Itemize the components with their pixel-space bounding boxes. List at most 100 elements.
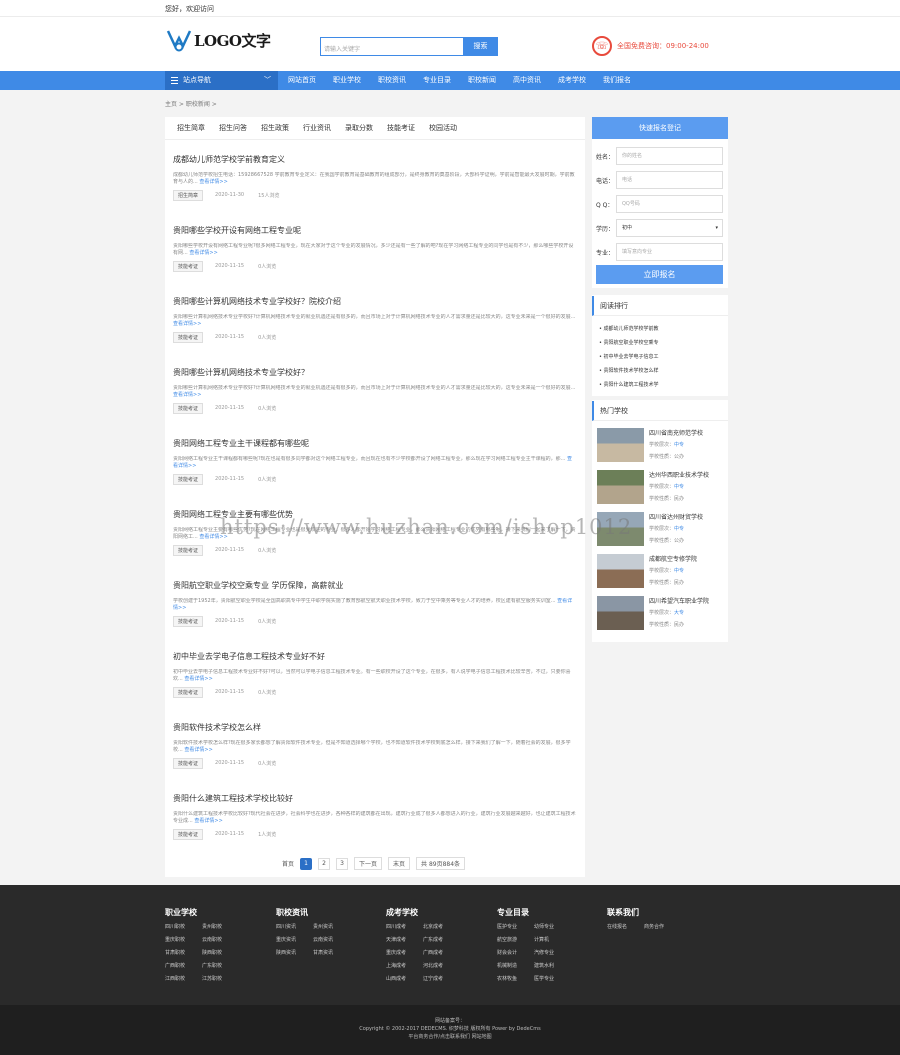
category-tag[interactable]: 技能考证 — [173, 260, 204, 272]
article-title[interactable]: 贵阳网络工程专业主干课程都有哪些呢 — [173, 438, 577, 450]
read-more-link[interactable]: 查看详情>> — [189, 250, 217, 256]
school-photo[interactable] — [597, 554, 644, 588]
category-tag[interactable]: 招生简章 — [173, 189, 204, 201]
read-more-link[interactable]: 查看详情>> — [173, 392, 201, 398]
footer-link[interactable]: 贵州资讯 — [313, 924, 350, 931]
next-page-button[interactable]: 下一页 — [354, 857, 383, 870]
footer-link[interactable]: 建筑水利 — [534, 963, 571, 970]
footer-link[interactable]: 贵州职校 — [202, 924, 239, 931]
footer-link[interactable]: 甘肃资讯 — [313, 950, 350, 957]
tab[interactable]: 招生问答 — [219, 117, 247, 139]
breadcrumb[interactable]: 主页 > 职校新闻 > — [165, 99, 217, 108]
footer-link[interactable]: 机械制造 — [497, 963, 534, 970]
footer-link[interactable]: 云南职校 — [202, 937, 239, 944]
school-item[interactable]: 成都航空专修学院 学校层次：中专 学校性质：民办 — [597, 554, 727, 590]
footer-link[interactable]: 商务合作 — [644, 924, 681, 931]
footer-link[interactable]: 广西成考 — [423, 950, 460, 957]
footer-link[interactable]: 广东职校 — [202, 963, 239, 970]
footer-link[interactable]: 财会会计 — [497, 950, 534, 957]
school-photo[interactable] — [597, 596, 644, 630]
nav-item[interactable]: 网站首页 — [288, 71, 316, 90]
read-more-link[interactable]: 查看详情>> — [173, 321, 201, 327]
school-name[interactable]: 成都航空专修学院 — [649, 554, 697, 563]
footer-link[interactable]: 四川职校 — [165, 924, 202, 931]
category-tag[interactable]: 技能考证 — [173, 615, 204, 627]
footer-link[interactable]: 四川成考 — [386, 924, 423, 931]
footer-link[interactable]: 江西职校 — [165, 976, 202, 983]
qq-field[interactable]: QQ号码 — [616, 195, 723, 213]
footer-link[interactable]: 医护专业 — [497, 924, 534, 931]
category-tag[interactable]: 技能考证 — [173, 473, 204, 485]
article-title[interactable]: 贵阳哪些计算机网络技术专业学校好？ — [173, 367, 577, 379]
read-more-link[interactable]: 查看详情>> — [194, 818, 222, 824]
nav-item[interactable]: 专业目录 — [423, 71, 451, 90]
first-page-button[interactable]: 首页 — [282, 859, 294, 868]
footer-link[interactable]: 山西成考 — [386, 976, 423, 983]
footer-link[interactable]: 重庆资讯 — [276, 937, 313, 944]
article-title[interactable]: 成都幼儿师范学校学前教育定义 — [173, 154, 577, 166]
school-name[interactable]: 四川省达州财贸学校 — [649, 512, 703, 521]
footer-link[interactable]: 医学专业 — [534, 976, 571, 983]
read-more-link[interactable]: 查看详情>> — [184, 747, 212, 753]
rank-item[interactable]: • 初中毕业去学电子信息工 — [599, 350, 728, 364]
rank-item[interactable]: • 贵阳航空职业学校空乘专 — [599, 336, 728, 350]
school-photo[interactable] — [597, 470, 644, 504]
nav-item[interactable]: 职校新闻 — [468, 71, 496, 90]
rank-item[interactable]: • 贵阳软件技术学校怎么样 — [599, 364, 728, 378]
school-item[interactable]: 四川省南充师范学校 学校层次：中专 学校性质：公办 — [597, 428, 727, 464]
footer-link[interactable]: 农林牧鱼 — [497, 976, 534, 983]
category-tag[interactable]: 技能考证 — [173, 757, 204, 769]
school-name[interactable]: 四川省南充师范学校 — [649, 428, 703, 437]
tab[interactable]: 技能考证 — [387, 117, 415, 139]
name-field[interactable]: 你的姓名 — [616, 147, 723, 165]
rank-item[interactable]: • 贵阳什么建筑工程技术学 — [599, 378, 728, 392]
footer-link[interactable]: 云南资讯 — [313, 937, 350, 944]
nav-item[interactable]: 职业学校 — [333, 71, 361, 90]
rank-item[interactable]: • 成都幼儿师范学校学前教 — [599, 322, 728, 336]
school-name[interactable]: 四川希望汽车职业学院 — [649, 596, 709, 605]
footer-link[interactable]: 上海成考 — [386, 963, 423, 970]
footer-link[interactable]: 在线报名 — [607, 924, 644, 931]
category-tag[interactable]: 技能考证 — [173, 331, 204, 343]
footer-link[interactable]: 陕西职校 — [202, 950, 239, 957]
last-page-button[interactable]: 末页 — [388, 857, 411, 870]
nav-item[interactable]: 职校资讯 — [378, 71, 406, 90]
footer-link[interactable]: 汽修专业 — [534, 950, 571, 957]
submit-button[interactable]: 立即报名 — [596, 265, 723, 284]
footer-link[interactable]: 北京成考 — [423, 924, 460, 931]
school-name[interactable]: 达州华西职业技术学校 — [649, 470, 709, 479]
footer-link[interactable]: 河北成考 — [423, 963, 460, 970]
search-input[interactable]: 请输入关键字 — [320, 37, 463, 56]
footer-link[interactable]: 甘肃职校 — [165, 950, 202, 957]
major-field[interactable]: 填写意向专业 — [616, 243, 723, 261]
category-tag[interactable]: 技能考证 — [173, 544, 204, 556]
education-select[interactable]: 初中 ▾ — [616, 219, 723, 237]
site-nav-dropdown[interactable]: 站点导航 ﹀ — [165, 71, 278, 90]
tab[interactable]: 招生政策 — [261, 117, 289, 139]
footer-link[interactable]: 江苏职校 — [202, 976, 239, 983]
nav-item[interactable]: 高中资讯 — [513, 71, 541, 90]
tab[interactable]: 行业资讯 — [303, 117, 331, 139]
footer-link[interactable]: 重庆成考 — [386, 950, 423, 957]
nav-item[interactable]: 我们报名 — [603, 71, 631, 90]
school-photo[interactable] — [597, 428, 644, 462]
footer-links[interactable]: 平台商务合作/点击联系我们 网站地图 — [0, 1033, 900, 1041]
logo[interactable]: LOGO文字 — [166, 28, 271, 52]
article-title[interactable]: 贵阳航空职业学校空乘专业 学历保障，高薪就业 — [173, 580, 577, 592]
article-title[interactable]: 初中毕业去学电子信息工程技术专业好不好 — [173, 651, 577, 663]
footer-link[interactable]: 重庆职校 — [165, 937, 202, 944]
footer-link[interactable]: 广西职校 — [165, 963, 202, 970]
footer-link[interactable]: 幼师专业 — [534, 924, 571, 931]
page-button[interactable]: 2 — [318, 857, 331, 870]
tab[interactable]: 校园活动 — [429, 117, 457, 139]
page-button[interactable]: 3 — [336, 857, 349, 870]
read-more-link[interactable]: 查看详情>> — [199, 179, 227, 185]
nav-item[interactable]: 成考学校 — [558, 71, 586, 90]
footer-link[interactable]: 陕西资讯 — [276, 950, 313, 957]
footer-link[interactable]: 辽宁成考 — [423, 976, 460, 983]
article-title[interactable]: 贵阳哪些学校开设有网络工程专业呢 — [173, 225, 577, 237]
category-tag[interactable]: 技能考证 — [173, 686, 204, 698]
footer-link[interactable]: 广东成考 — [423, 937, 460, 944]
article-title[interactable]: 贵阳哪些计算机网络技术专业学校好？院校介绍 — [173, 296, 577, 308]
footer-link[interactable]: 航空旅游 — [497, 937, 534, 944]
